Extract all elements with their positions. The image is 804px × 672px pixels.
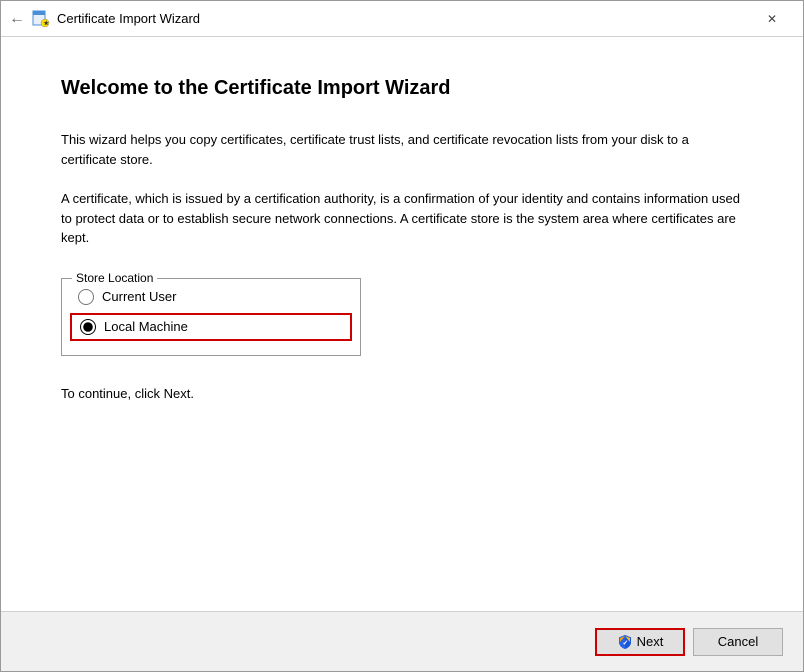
- certificate-icon: ★: [31, 9, 51, 29]
- continue-text: To continue, click Next.: [61, 386, 743, 401]
- cancel-button[interactable]: Cancel: [693, 628, 783, 656]
- close-button[interactable]: ✕: [749, 1, 795, 37]
- page-title: Welcome to the Certificate Import Wizard: [61, 77, 743, 100]
- footer: ✓ Next Cancel: [1, 611, 803, 671]
- description-block-2: A certificate, which is issued by a cert…: [61, 189, 743, 248]
- cancel-label: Cancel: [718, 634, 758, 649]
- svg-text:★: ★: [44, 20, 50, 27]
- next-button[interactable]: ✓ Next: [595, 628, 685, 656]
- local-machine-label: Local Machine: [104, 319, 188, 334]
- local-machine-radio[interactable]: [80, 319, 96, 335]
- current-user-option[interactable]: Current User: [78, 289, 344, 305]
- wizard-window: ← ★ Certificate Import Wizard ✕ Welcome …: [0, 0, 804, 672]
- svg-text:✓: ✓: [622, 640, 628, 647]
- local-machine-option[interactable]: Local Machine: [80, 319, 188, 335]
- description-text-2: A certificate, which is issued by a cert…: [61, 189, 743, 248]
- next-label: Next: [637, 634, 664, 649]
- store-location-legend: Store Location: [72, 271, 157, 285]
- title-bar: ← ★ Certificate Import Wizard ✕: [1, 1, 803, 37]
- current-user-label: Current User: [102, 289, 176, 304]
- store-location-group: Store Location Current User Local Machin…: [61, 278, 361, 356]
- description-text-1: This wizard helps you copy certificates,…: [61, 130, 743, 169]
- content-area: Welcome to the Certificate Import Wizard…: [1, 37, 803, 611]
- back-button[interactable]: ←: [9, 10, 25, 28]
- current-user-radio[interactable]: [78, 289, 94, 305]
- description-block-1: This wizard helps you copy certificates,…: [61, 130, 743, 169]
- local-machine-option-wrapper: Local Machine: [70, 313, 352, 341]
- shield-icon: ✓: [617, 634, 633, 650]
- window-title: Certificate Import Wizard: [57, 11, 749, 26]
